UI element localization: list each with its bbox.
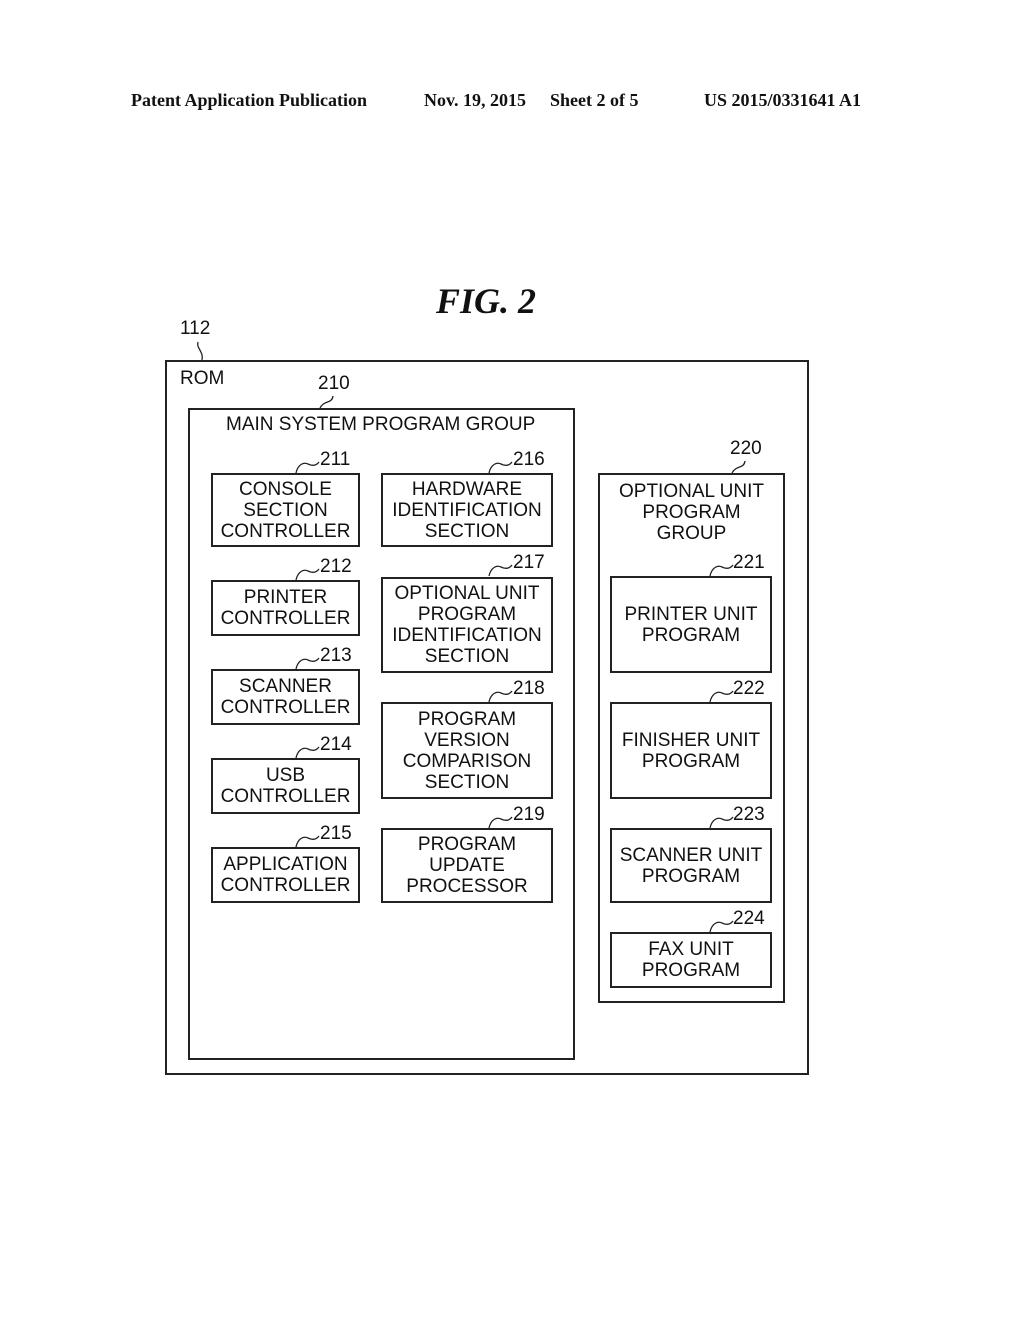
scanner-unit-program-box: SCANNER UNIT PROGRAM [610,828,772,903]
application-controller-box: APPLICATION CONTROLLER [211,847,360,903]
publication-date: Nov. 19, 2015 [424,90,527,110]
rom-label: ROM [180,368,225,389]
leader-221 [709,564,734,577]
main-group-ref-number: 210 [318,373,350,394]
sheet-number: Sheet 2 of 5 [550,90,639,110]
main-group-label: MAIN SYSTEM PROGRAM GROUP [226,414,536,435]
ref-224: 224 [733,908,765,929]
rom-leader-line [197,341,203,361]
ref-219: 219 [513,804,545,825]
ref-213: 213 [320,645,352,666]
optional-group-ref-number: 220 [730,438,762,459]
ref-223: 223 [733,804,765,825]
ref-218: 218 [513,678,545,699]
console-section-controller-box: CONSOLE SECTION CONTROLLER [211,473,360,547]
printer-unit-program-box: PRINTER UNIT PROGRAM [610,576,772,673]
leader-219 [488,816,513,829]
leader-217 [488,564,513,577]
ref-211: 211 [320,449,351,470]
ref-212: 212 [320,556,352,577]
ref-214: 214 [320,734,352,755]
leader-216 [488,461,513,474]
leader-215 [295,835,320,848]
leader-222 [709,690,734,703]
ref-221: 221 [733,552,765,573]
patent-number: US 2015/0331641 A1 [704,90,862,110]
ref-215: 215 [320,823,352,844]
leader-211 [295,461,320,474]
ref-216: 216 [513,449,545,470]
scanner-controller-box: SCANNER CONTROLLER [211,669,360,725]
leader-214 [295,746,320,759]
leader-213 [295,657,320,670]
optional-group-label: OPTIONAL UNIT PROGRAM GROUP [619,481,764,544]
publication-label: Patent Application Publication [131,90,368,110]
ref-222: 222 [733,678,765,699]
program-version-comparison-section-box: PROGRAM VERSION COMPARISON SECTION [381,702,553,799]
fax-unit-program-box: FAX UNIT PROGRAM [610,932,772,988]
printer-controller-box: PRINTER CONTROLLER [211,580,360,636]
leader-218 [488,690,513,703]
optional-unit-program-identification-section-box: OPTIONAL UNIT PROGRAM IDENTIFICATION SEC… [381,577,553,673]
program-update-processor-box: PROGRAM UPDATE PROCESSOR [381,828,553,903]
figure-title: FIG. 2 [436,281,537,321]
hardware-identification-section-box: HARDWARE IDENTIFICATION SECTION [381,473,553,547]
leader-223 [709,816,734,829]
leader-224 [709,920,734,933]
usb-controller-box: USB CONTROLLER [211,758,360,814]
ref-217: 217 [513,552,545,573]
rom-ref-number: 112 [180,318,211,339]
finisher-unit-program-box: FINISHER UNIT PROGRAM [610,702,772,799]
leader-212 [295,568,320,581]
